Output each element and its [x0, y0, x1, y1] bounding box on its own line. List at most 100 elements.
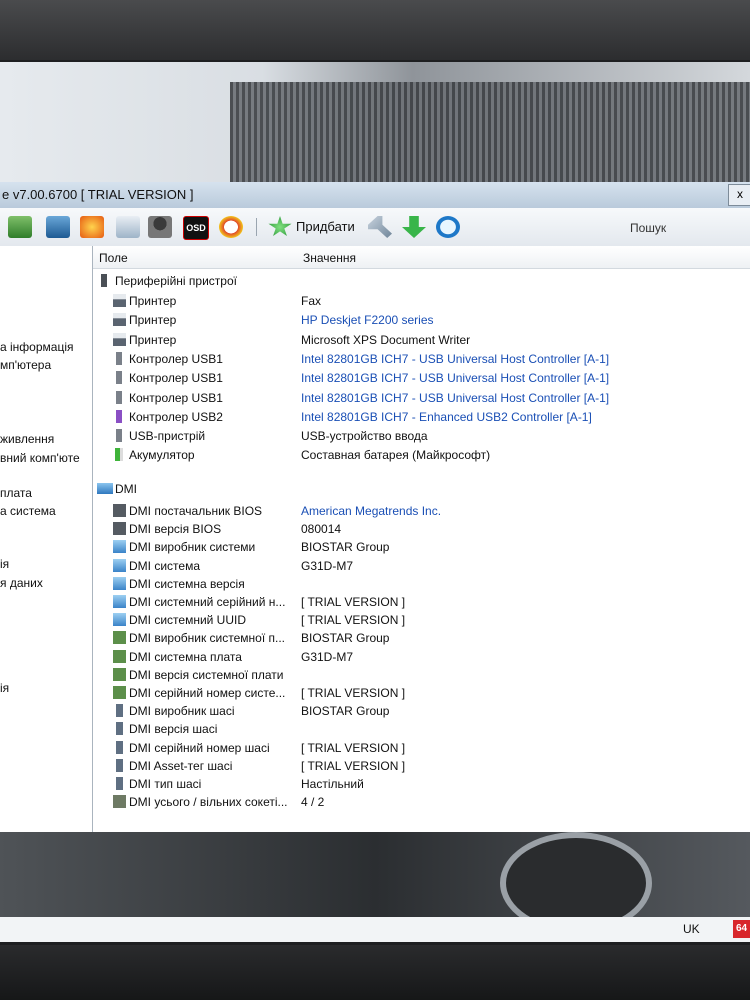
monitor-icon — [113, 540, 126, 554]
flame-icon[interactable] — [80, 216, 104, 238]
window-title: e v7.00.6700 [ TRIAL VERSION ] — [2, 187, 194, 202]
table-row[interactable]: DMI версія шасі — [93, 720, 750, 739]
printer-icon — [113, 294, 126, 307]
field-value: BIOSTAR Group — [301, 540, 390, 555]
table-row[interactable]: Контролер USB2 Intel 82801GB ICH7 - Enhan… — [93, 408, 750, 427]
usb-icon — [116, 390, 122, 404]
monitor-icon — [113, 576, 126, 590]
table-row[interactable]: DMI серійний номер систе... [ TRIAL VERSI… — [93, 684, 750, 703]
table-row[interactable]: DMI системна плата G31D-M7 — [93, 648, 750, 667]
table-row[interactable]: DMI системний UUID [ TRIAL VERSION ] — [93, 611, 750, 630]
tray-badge-icon[interactable]: 64 — [733, 920, 750, 938]
table-row[interactable]: DMI системна версія — [93, 575, 750, 594]
field-name: DMI версія шасі — [129, 722, 218, 737]
field-name: DMI системна версія — [129, 576, 245, 591]
table-row[interactable]: DMI Asset-тег шасі [ TRIAL VERSION ] — [93, 757, 750, 776]
field-name: Контролер USB2 — [129, 409, 223, 424]
screen: e v7.00.6700 [ TRIAL VERSION ] x OSD При… — [0, 62, 750, 942]
field-name: DMI тип шасі — [129, 777, 202, 791]
column-header-field[interactable]: Поле — [93, 246, 299, 269]
table-row[interactable]: DMI системний серійний н... [ TRIAL VERSI… — [93, 593, 750, 612]
field-value-link[interactable]: HP Deskjet F2200 series — [301, 313, 434, 327]
close-button[interactable]: x — [728, 184, 750, 206]
table-row[interactable]: DMI версія системної плати — [93, 666, 750, 685]
table-row[interactable]: Принтер Fax — [93, 292, 750, 311]
table-row[interactable]: Акумулятор Составная батарея (Майкрософт) — [93, 446, 750, 465]
usb-icon — [116, 371, 122, 385]
field-value-link[interactable]: American Megatrends Inc. — [301, 504, 441, 518]
field-name: DMI системний UUID — [129, 613, 247, 628]
field-name: Контролер USB1 — [129, 351, 223, 366]
printer-icon — [113, 332, 126, 346]
table-row[interactable]: DMI виробник системної п... BIOSTAR Group — [93, 629, 750, 648]
tree-item[interactable]: живлення — [0, 432, 54, 446]
table-row[interactable]: DMI тип шасі Настільний — [93, 775, 750, 794]
download-arrow-icon[interactable] — [402, 216, 426, 238]
tree-item[interactable]: плата — [0, 486, 32, 500]
table-row[interactable]: DMI система G31D-M7 — [93, 557, 750, 576]
table-row[interactable]: Контролер USB1 Intel 82801GB ICH7 - USB U… — [93, 389, 750, 408]
field-value: Fax — [301, 294, 322, 308]
tree-item[interactable]: а інформація — [0, 340, 73, 354]
table-row[interactable]: Контролер USB1 Intel 82801GB ICH7 - USB U… — [93, 350, 750, 369]
computer-icon[interactable] — [46, 216, 70, 238]
language-indicator[interactable]: UK — [683, 922, 700, 936]
motherboard-icon — [113, 649, 126, 663]
user-icon[interactable] — [148, 216, 172, 238]
column-header-value[interactable]: Значення — [299, 246, 750, 269]
toolbar: OSD Придбати Пошук — [0, 208, 750, 247]
field-name: DMI системний серійний н... — [129, 595, 286, 609]
category-peripherals[interactable]: Периферійні пристрої — [115, 274, 237, 288]
category-dmi[interactable]: DMI — [115, 482, 137, 496]
field-value: 4 / 2 — [301, 795, 325, 810]
wrench-icon[interactable] — [368, 216, 392, 238]
field-name: DMI постачальник BIOS — [129, 504, 263, 518]
field-value-link[interactable]: Intel 82801GB ICH7 - Enhanced USB2 Contr… — [301, 410, 592, 424]
search-icon[interactable] — [436, 216, 460, 238]
field-value-link[interactable]: Intel 82801GB ICH7 - USB Universal Host … — [301, 371, 609, 385]
field-name: DMI серійний номер шасі — [129, 740, 270, 755]
memory-icon[interactable] — [8, 216, 32, 238]
table-row[interactable]: DMI виробник системи BIOSTAR Group — [93, 538, 750, 557]
field-name: DMI виробник шасі — [129, 704, 235, 719]
field-value: Microsoft XPS Document Writer — [301, 332, 471, 347]
tree-item[interactable]: я даних — [0, 576, 43, 590]
add-button[interactable]: Придбати — [296, 219, 355, 234]
table-row[interactable]: DMI виробник шасі BIOSTAR Group — [93, 702, 750, 721]
gauge-icon[interactable] — [219, 216, 243, 238]
field-value-link[interactable]: Intel 82801GB ICH7 - USB Universal Host … — [301, 391, 609, 405]
table-row[interactable]: Контролер USB1 Intel 82801GB ICH7 - USB U… — [93, 369, 750, 388]
title-bar[interactable]: e v7.00.6700 [ TRIAL VERSION ] x — [0, 182, 750, 208]
table-row[interactable]: USB-пристрій USB-устройство ввода — [93, 427, 750, 446]
table-row[interactable]: DMI серійний номер шасі [ TRIAL VERSION ] — [93, 739, 750, 758]
tree-item[interactable]: вний комп'юте — [0, 451, 80, 465]
motherboard-icon — [113, 631, 126, 645]
table-row[interactable]: Принтер Microsoft XPS Document Writer — [93, 331, 750, 350]
tree-item[interactable]: ія — [0, 681, 9, 695]
field-name: DMI Asset-тег шасі — [129, 758, 233, 773]
field-value: [ TRIAL VERSION ] — [301, 758, 406, 773]
search-label[interactable]: Пошук — [630, 221, 666, 235]
table-row[interactable]: DMI версія BIOS 080014 — [93, 520, 750, 539]
motherboard-icon — [113, 686, 126, 699]
table-row[interactable]: Принтер HP Deskjet F2200 series — [93, 311, 750, 330]
wallpaper-building — [230, 82, 750, 192]
table-row[interactable]: DMI постачальник BIOS American Megatrends… — [93, 502, 750, 521]
osd-icon[interactable]: OSD — [183, 216, 209, 240]
tree-item[interactable]: ія — [0, 557, 9, 571]
field-value-link[interactable]: Intel 82801GB ICH7 - USB Universal Host … — [301, 352, 609, 366]
field-name: Принтер — [129, 313, 177, 328]
tree-item[interactable]: а система — [0, 504, 56, 518]
navigation-tree: а інформація мп'ютера живлення вний комп… — [0, 246, 93, 832]
table-row[interactable]: DMI усього / вільних сокеті... 4 / 2 — [93, 793, 750, 812]
printer-icon — [113, 313, 126, 327]
usb2-icon — [116, 409, 122, 423]
report-icon[interactable] — [116, 216, 140, 238]
field-name: Принтер — [129, 294, 177, 308]
star-icon[interactable] — [268, 216, 292, 237]
field-value: [ TRIAL VERSION ] — [301, 740, 406, 755]
monitor-icon — [113, 613, 126, 627]
field-name: DMI системна плата — [129, 649, 242, 664]
monitor-icon — [113, 595, 126, 608]
tree-item[interactable]: мп'ютера — [0, 358, 51, 372]
